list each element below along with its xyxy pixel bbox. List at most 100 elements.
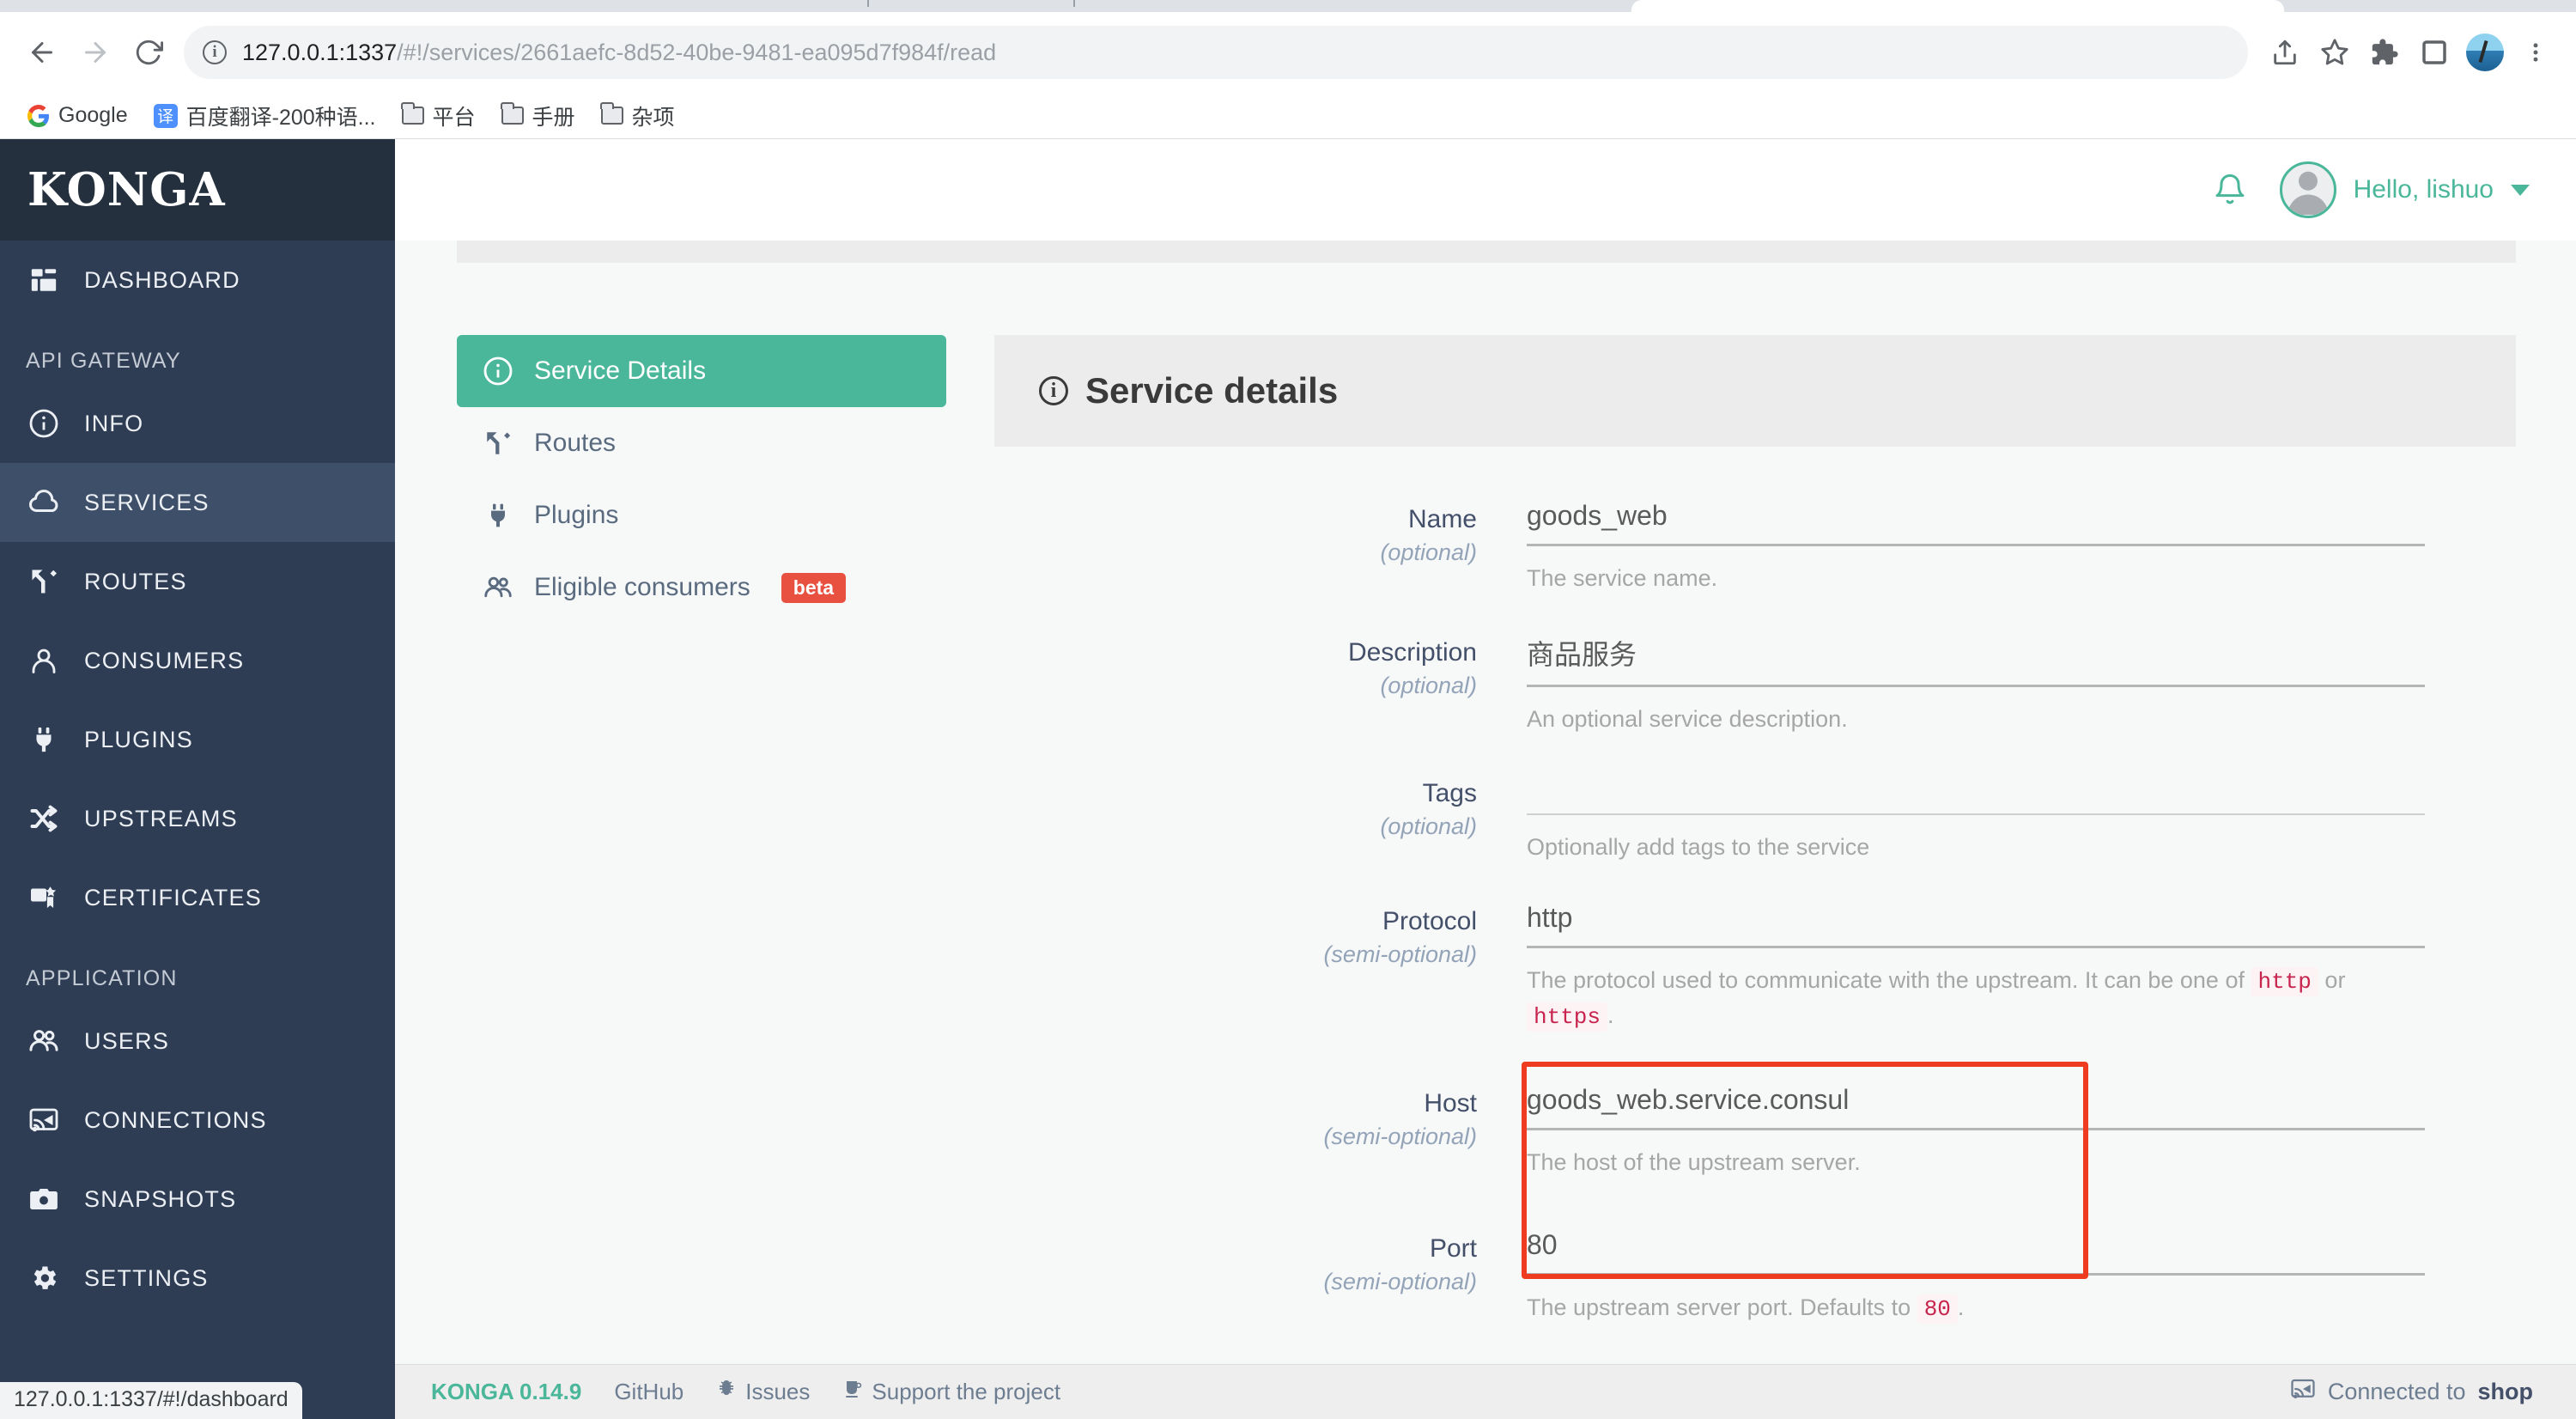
name-input[interactable]: goods_web bbox=[1527, 500, 2425, 546]
bookmark-label: 杂项 bbox=[631, 105, 675, 130]
tab-routes[interactable]: Routes bbox=[457, 407, 946, 479]
user-menu[interactable]: Hello, lishuo bbox=[2279, 161, 2530, 218]
bookmark-label: Google bbox=[58, 103, 128, 127]
info-circle-icon: i bbox=[1039, 376, 1068, 405]
sidebar-item-label: SETTINGS bbox=[84, 1264, 209, 1291]
gear-icon bbox=[26, 1260, 62, 1296]
page-title: Service details bbox=[1085, 370, 1339, 411]
footer-support-label: Support the project bbox=[872, 1379, 1061, 1404]
field-protocol: Protocol (semi-optional) http The protoc… bbox=[994, 902, 2516, 1033]
coffee-cup-icon bbox=[842, 1379, 863, 1405]
camera-icon bbox=[26, 1181, 62, 1217]
plug-icon bbox=[26, 722, 62, 758]
three-dot-menu-icon[interactable] bbox=[2511, 27, 2561, 77]
description-input[interactable]: 商品服务 bbox=[1527, 633, 2425, 688]
field-optional-note: (semi-optional) bbox=[1323, 1123, 1477, 1149]
sidebar-item-services[interactable]: SERVICES bbox=[0, 463, 395, 542]
google-icon bbox=[27, 104, 49, 127]
status-badge: beta bbox=[781, 572, 847, 603]
sidebar-item-users[interactable]: USERS bbox=[0, 1002, 395, 1081]
sidebar-item-snapshots[interactable]: SNAPSHOTS bbox=[0, 1160, 395, 1239]
site-info-icon[interactable]: i bbox=[203, 40, 227, 64]
sidebar-item-connections[interactable]: CONNECTIONS bbox=[0, 1081, 395, 1160]
footer-support-link[interactable]: Support the project bbox=[842, 1379, 1060, 1405]
help-text-pre: The protocol used to communicate with th… bbox=[1527, 967, 2245, 994]
help-code-http: http bbox=[2251, 967, 2318, 997]
certificate-icon bbox=[26, 880, 62, 916]
host-input[interactable]: goods_web.service.consul bbox=[1527, 1084, 2425, 1130]
tab-eligible-consumers[interactable]: Eligible consumers beta bbox=[457, 551, 946, 624]
field-help: An optional service description. bbox=[1527, 706, 1848, 733]
back-arrow-icon[interactable] bbox=[15, 26, 69, 79]
sidebar-item-upstreams[interactable]: UPSTREAMS bbox=[0, 779, 395, 858]
field-label-col: Description (optional) bbox=[994, 633, 1527, 736]
sidebar-item-dashboard[interactable]: DASHBOARD bbox=[0, 241, 395, 320]
bookmark-item-baidu-translate[interactable]: 译 百度翻译-200种语... bbox=[143, 95, 386, 137]
share-icon[interactable] bbox=[2260, 27, 2310, 77]
bookmark-label: 手册 bbox=[532, 105, 575, 130]
app-logo[interactable]: KONGA bbox=[0, 139, 395, 241]
chevron-down-icon[interactable] bbox=[2511, 184, 2530, 196]
bookmark-item-google[interactable]: Google bbox=[17, 98, 138, 133]
footer-github-link[interactable]: GitHub bbox=[614, 1379, 683, 1405]
browser-toolbar: i 127.0.0.1:1337/#!/services/2661aefc-8d… bbox=[0, 12, 2576, 93]
field-optional-note: (optional) bbox=[1380, 539, 1477, 565]
field-label: Protocol bbox=[1382, 907, 1477, 936]
address-bar[interactable]: i 127.0.0.1:1337/#!/services/2661aefc-8d… bbox=[184, 26, 2248, 79]
connection-prefix: Connected to bbox=[2327, 1379, 2466, 1404]
browser-tabstrip[interactable] bbox=[0, 0, 2576, 12]
tab-strip-background bbox=[0, 0, 1631, 12]
notification-bell-icon[interactable] bbox=[2209, 169, 2251, 210]
star-icon[interactable] bbox=[2310, 27, 2360, 77]
footer-issues-link[interactable]: Issues bbox=[716, 1379, 810, 1405]
bookmark-folder-pingtai[interactable]: 平台 bbox=[392, 95, 486, 137]
tab-separator bbox=[867, 0, 869, 7]
shuffle-icon bbox=[26, 801, 62, 837]
sidebar-item-label: CONSUMERS bbox=[84, 647, 245, 673]
sidebar-item-label: DASHBOARD bbox=[84, 266, 240, 293]
puzzle-piece-icon[interactable] bbox=[2360, 27, 2409, 77]
field-control: http The protocol used to communicate wi… bbox=[1527, 902, 2516, 1033]
field-label-col: Tags (optional) bbox=[994, 774, 1527, 864]
sidebar-item-routes[interactable]: ROUTES bbox=[0, 542, 395, 621]
sidebar-item-settings[interactable]: SETTINGS bbox=[0, 1239, 395, 1318]
forward-arrow-icon[interactable] bbox=[69, 26, 122, 79]
field-label-col: Protocol (semi-optional) bbox=[994, 902, 1527, 1033]
service-detail-layout: Service Details Routes Plugins Eligible … bbox=[395, 241, 2576, 1326]
browser-profile-avatar[interactable] bbox=[2466, 33, 2504, 71]
side-panel-icon[interactable] bbox=[2409, 27, 2459, 77]
port-input[interactable]: 80 bbox=[1527, 1229, 2425, 1276]
bookmark-folder-shouce[interactable]: 手册 bbox=[491, 95, 586, 137]
bookmark-folder-zaxiang[interactable]: 杂项 bbox=[591, 95, 685, 137]
reload-icon[interactable] bbox=[122, 26, 175, 79]
sidebar-section-api-gateway: API GATEWAY bbox=[26, 349, 181, 373]
field-control: goods_web The service name. bbox=[1527, 500, 2516, 595]
sidebar-item-consumers[interactable]: CONSUMERS bbox=[0, 621, 395, 700]
baidu-translate-icon: 译 bbox=[153, 103, 178, 128]
browser-tab-active[interactable] bbox=[1631, 0, 2284, 12]
info-circle-icon bbox=[26, 405, 62, 442]
tab-label: Routes bbox=[534, 429, 617, 457]
sidebar-item-label: UPSTREAMS bbox=[84, 805, 238, 831]
url-host: 127.0.0.1:1337 bbox=[242, 39, 398, 65]
field-help: The host of the upstream server. bbox=[1527, 1148, 1861, 1175]
cloud-icon bbox=[26, 484, 62, 521]
help-text-mid: or bbox=[2324, 967, 2346, 994]
sidebar-item-label: CERTIFICATES bbox=[84, 884, 262, 910]
service-form: Name (optional) goods_web The service na… bbox=[994, 447, 2516, 1326]
protocol-input[interactable]: http bbox=[1527, 902, 2425, 949]
tags-input[interactable] bbox=[1527, 774, 2425, 816]
field-optional-note: (optional) bbox=[1380, 813, 1477, 840]
content-scroll-area: Service Details Routes Plugins Eligible … bbox=[395, 241, 2576, 1364]
sidebar-item-certificates[interactable]: CERTIFICATES bbox=[0, 858, 395, 937]
routes-fork-icon bbox=[481, 426, 515, 460]
app-logo-text: KONGA bbox=[27, 163, 226, 216]
broadcast-icon bbox=[26, 1102, 62, 1138]
help-text-pre: The upstream server port. Defaults to bbox=[1527, 1294, 1911, 1320]
tab-service-details[interactable]: Service Details bbox=[457, 335, 946, 407]
sidebar-item-plugins[interactable]: PLUGINS bbox=[0, 700, 395, 779]
sidebar-section-application: APPLICATION bbox=[26, 966, 178, 990]
sidebar-item-info[interactable]: INFO bbox=[0, 384, 395, 463]
tab-plugins[interactable]: Plugins bbox=[457, 479, 946, 551]
